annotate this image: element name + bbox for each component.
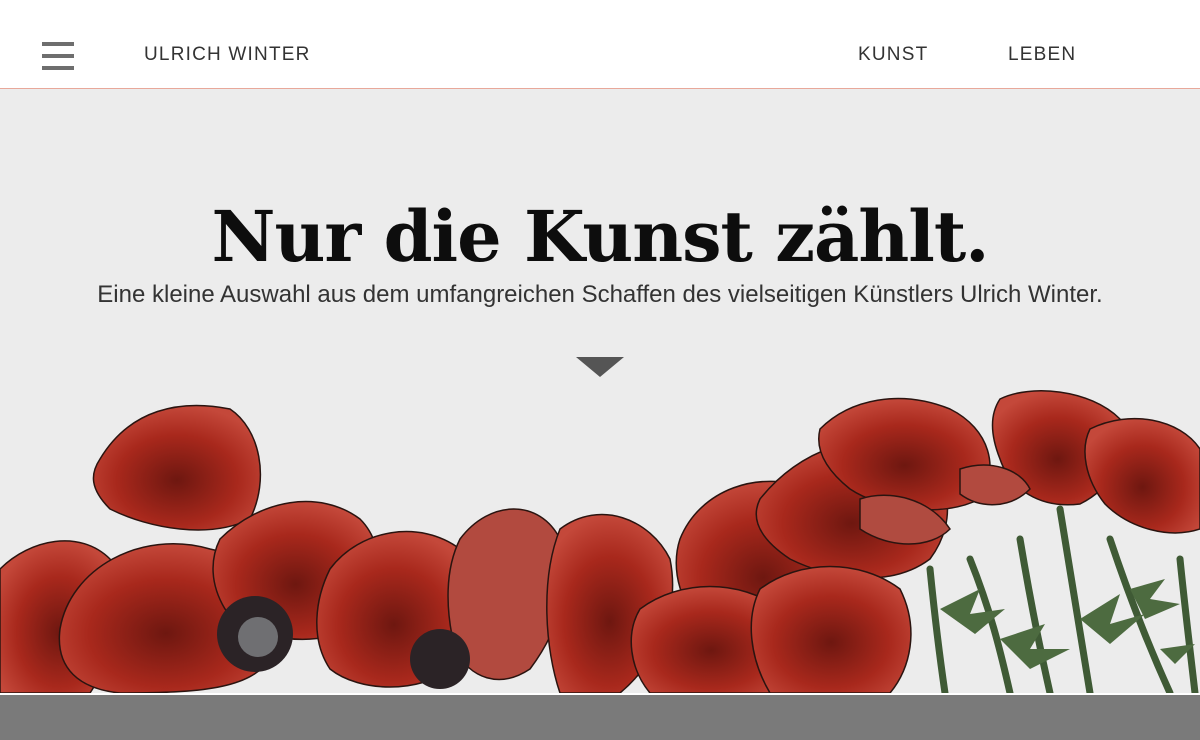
triangle-down-icon[interactable] (576, 357, 624, 377)
site-header: ULRICH WINTER KUNST LEBEN (0, 0, 1200, 89)
hero-subline: Eine kleine Auswahl aus dem umfangreiche… (97, 281, 1103, 308)
hero-section: Nur die Kunst zählt. Eine kleine Auswahl… (0, 89, 1200, 693)
hamburger-menu-icon[interactable] (42, 42, 74, 70)
poppies-painting (0, 390, 1200, 693)
hero-headline: Nur die Kunst zählt. (211, 195, 989, 278)
nav-link-kunst[interactable]: KUNST (858, 44, 928, 66)
nav-link-leben[interactable]: LEBEN (1008, 44, 1076, 66)
footer-bar (0, 693, 1200, 740)
menu-line (42, 42, 74, 46)
menu-line (42, 54, 74, 58)
menu-line (42, 66, 74, 70)
brand-link[interactable]: ULRICH WINTER (144, 44, 311, 66)
